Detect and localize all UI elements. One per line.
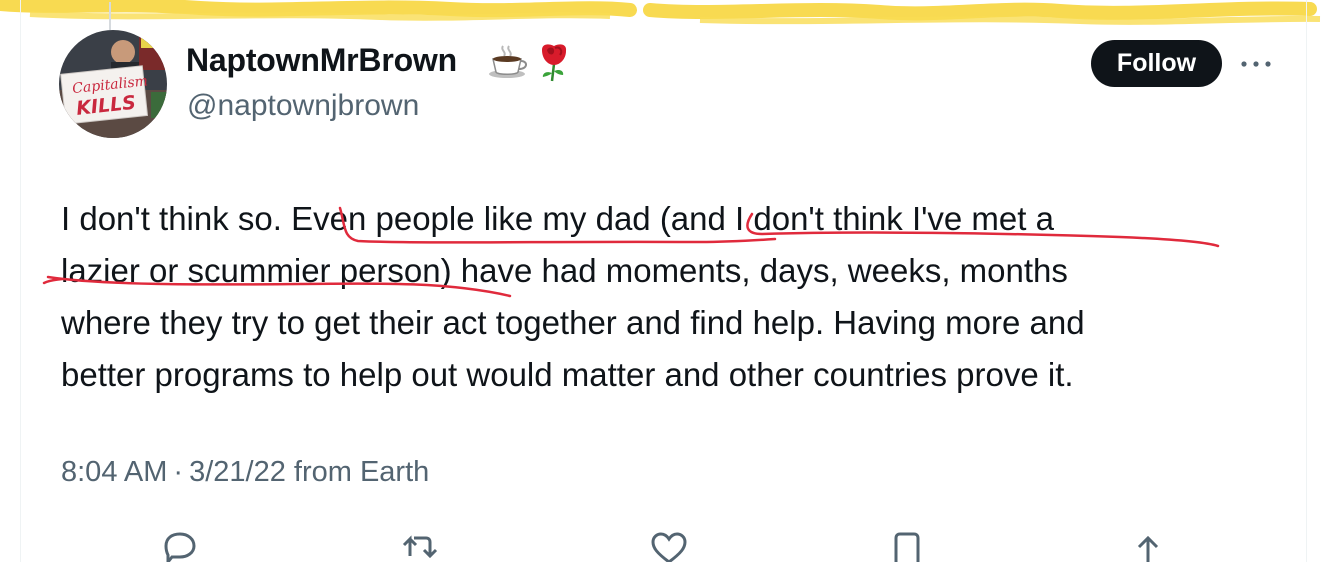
user-handle[interactable]: @naptownjbrown (187, 89, 419, 123)
tweet-date[interactable]: 3/21/22 (189, 456, 286, 488)
display-name[interactable]: NaptownMrBrown (186, 42, 457, 79)
tweet-source: from Earth (293, 456, 430, 488)
tweet-line: lazier or scummier person) have had mome… (61, 252, 1068, 289)
tweet-text: I don't think so. Even people like my da… (61, 193, 1271, 401)
tweet-metadata: 8:04 AM · 3/21/22 from Earth (61, 456, 429, 489)
card-border-left (20, 0, 21, 562)
rose-icon (542, 44, 567, 82)
more-horizontal-icon[interactable] (1238, 54, 1274, 74)
share-icon[interactable] (1126, 526, 1170, 562)
avatar[interactable]: Capitalism KILLS (59, 30, 167, 138)
reply-icon[interactable] (158, 526, 202, 562)
follow-button[interactable]: Follow (1091, 40, 1222, 87)
coffee-icon (489, 45, 527, 78)
card-border-right (1306, 0, 1307, 562)
tweet-line: better programs to help out would matter… (61, 356, 1074, 393)
bookmark-icon[interactable] (885, 526, 929, 562)
highlighter-mark (0, 0, 1321, 30)
like-icon[interactable] (647, 526, 691, 562)
retweet-icon[interactable] (398, 526, 442, 562)
tweet-line: where they try to get their act together… (61, 304, 1085, 341)
tweet-line: I don't think so. Even people like my da… (61, 200, 1054, 237)
meta-separator: · (173, 456, 184, 488)
avatar-photo: Capitalism KILLS (59, 30, 167, 138)
tweet-time[interactable]: 8:04 AM (61, 456, 167, 488)
